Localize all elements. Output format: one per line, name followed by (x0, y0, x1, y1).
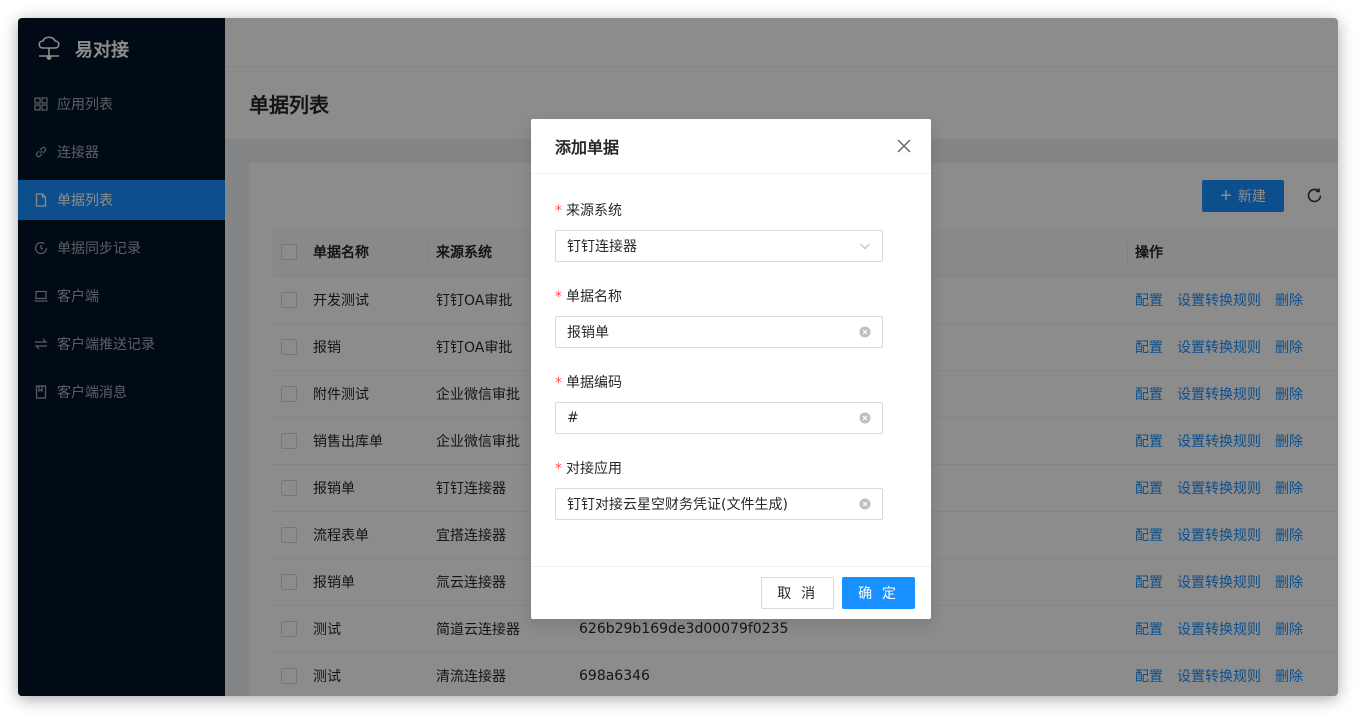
cancel-button[interactable]: 取 消 (761, 577, 835, 609)
form-label: * 单据名称 (555, 286, 907, 308)
modal-header: 添加单据 (531, 119, 931, 174)
clear-icon[interactable] (859, 326, 871, 338)
form-label: * 单据编码 (555, 372, 907, 394)
clear-icon[interactable] (859, 412, 871, 424)
modal-footer: 取 消 确 定 (531, 566, 931, 619)
form-item-source-system: * 来源系统 钉钉连接器 (555, 200, 907, 262)
target-app-value: 钉钉对接云星空财务凭证(文件生成) (567, 497, 788, 513)
clear-icon[interactable] (859, 498, 871, 510)
chevron-down-icon (859, 240, 871, 252)
document-code-value: # (567, 410, 579, 426)
form-label-text: 单据名称 (566, 289, 622, 305)
target-app-select[interactable]: 钉钉对接云星空财务凭证(文件生成) (555, 488, 883, 520)
modal-title: 添加单据 (555, 138, 620, 157)
required-mark: * (555, 289, 562, 305)
document-code-input[interactable]: # (555, 402, 883, 434)
form-label-text: 来源系统 (566, 203, 622, 219)
form-label: * 来源系统 (555, 200, 907, 222)
required-mark: * (555, 461, 562, 477)
form-item-document-code: * 单据编码 # (555, 372, 907, 434)
required-mark: * (555, 203, 562, 219)
app-window: 易对接 应用列表 连接器 单据列表 单据同步记录 客户端 客户端推送记录 客户端… (18, 18, 1338, 696)
close-icon[interactable] (895, 137, 913, 155)
ok-button[interactable]: 确 定 (842, 577, 915, 609)
required-mark: * (555, 375, 562, 391)
document-name-input[interactable]: 报销单 (555, 316, 883, 348)
add-document-modal: 添加单据 * 来源系统 钉钉连接器 * 单据名称 报销单 * 单据编码 # * … (531, 119, 931, 619)
source-system-value: 钉钉连接器 (567, 239, 637, 255)
form-label-text: 单据编码 (566, 375, 622, 391)
form-item-document-name: * 单据名称 报销单 (555, 286, 907, 348)
source-system-select[interactable]: 钉钉连接器 (555, 230, 883, 262)
form-label-text: 对接应用 (566, 461, 622, 477)
modal-body: * 来源系统 钉钉连接器 * 单据名称 报销单 * 单据编码 # * 对接应用 … (531, 174, 931, 520)
form-label: * 对接应用 (555, 458, 907, 480)
form-item-target-app: * 对接应用 钉钉对接云星空财务凭证(文件生成) (555, 458, 907, 520)
document-name-value: 报销单 (567, 325, 609, 341)
